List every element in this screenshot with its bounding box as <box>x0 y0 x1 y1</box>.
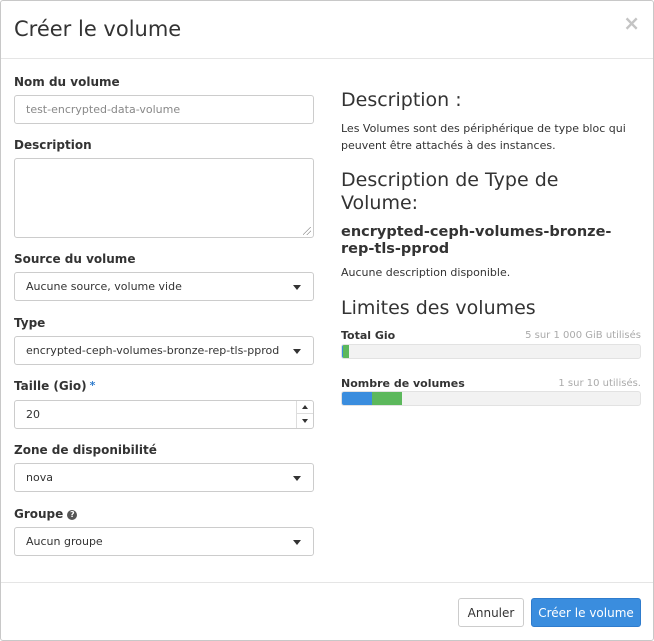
resize-handle-icon[interactable] <box>303 227 311 235</box>
volume-source-select[interactable]: Aucune source, volume vide <box>14 272 314 301</box>
question-circle-icon[interactable]: ? <box>67 509 78 520</box>
group-label-text: Groupe <box>14 507 64 521</box>
arrow-down-icon <box>302 418 308 423</box>
volume-limits-heading: Limites des volumes <box>341 297 536 319</box>
type-select[interactable]: encrypted-ceph-volumes-bronze-rep-tls-pp… <box>14 336 314 365</box>
required-marker: * <box>89 379 96 392</box>
description-text: Les Volumes sont des périphérique de typ… <box>341 122 626 152</box>
size-input[interactable]: 20 <box>14 400 314 429</box>
volume-source-value: Aucune source, volume vide <box>26 280 182 293</box>
create-volume-modal: Créer le volume × Nom du volume test-enc… <box>0 0 654 641</box>
quota-usage-text: 5 sur 1 000 GiB utilisés <box>525 330 641 341</box>
modal-title: Créer le volume <box>14 17 182 41</box>
decrement-button[interactable] <box>297 414 313 427</box>
type-label: Type <box>14 316 46 330</box>
volume-type-name: encrypted-ceph-volumes-bronze-rep-tls-pp… <box>341 224 612 257</box>
size-spinner <box>296 401 313 428</box>
quota-usage-text: 1 sur 10 utilisés. <box>558 378 641 389</box>
description-label: Description <box>14 138 92 152</box>
volume-type-description: Aucune description disponible. <box>341 266 511 279</box>
volume-name-value: test-encrypted-data-volume <box>26 103 181 116</box>
availability-zone-select[interactable]: nova <box>14 463 314 492</box>
create-volume-button[interactable]: Créer le volume <box>531 598 641 627</box>
type-value: encrypted-ceph-volumes-bronze-rep-tls-pp… <box>26 344 280 357</box>
size-value: 20 <box>26 408 40 421</box>
quota-bar-volume-count <box>341 391 641 406</box>
size-label-text: Taille (Gio) <box>14 379 87 393</box>
description-heading: Description : <box>341 89 462 111</box>
availability-zone-label: Zone de disponibilité <box>14 443 157 457</box>
quota-bar-requested <box>371 392 402 405</box>
quota-bar-used <box>342 392 372 405</box>
volume-source-label: Source du volume <box>14 252 136 266</box>
caret-down-icon <box>293 285 301 290</box>
modal-footer: Annuler Créer le volume <box>1 582 653 640</box>
volume-name-label: Nom du volume <box>14 75 120 89</box>
group-value: Aucun groupe <box>26 535 103 548</box>
caret-down-icon <box>293 540 301 545</box>
close-icon[interactable]: × <box>623 13 640 33</box>
cancel-button[interactable]: Annuler <box>458 598 524 627</box>
group-label: Groupe? <box>14 507 78 521</box>
description-textarea[interactable] <box>14 158 314 238</box>
quota-label: Total Gio <box>341 329 396 342</box>
availability-zone-value: nova <box>26 471 53 484</box>
volume-type-heading: Description de Type de Volume: <box>341 169 559 214</box>
caret-down-icon <box>293 349 301 354</box>
volume-name-input[interactable]: test-encrypted-data-volume <box>14 95 314 124</box>
group-select[interactable]: Aucun groupe <box>14 527 314 556</box>
modal-header: Créer le volume × <box>1 1 653 59</box>
caret-down-icon <box>293 476 301 481</box>
quota-bar-requested <box>343 345 350 358</box>
quota-bar-total-gio <box>341 344 641 359</box>
increment-button[interactable] <box>297 401 313 414</box>
size-label: Taille (Gio) * <box>14 379 95 393</box>
quota-label: Nombre de volumes <box>341 377 465 390</box>
arrow-up-icon <box>302 405 308 409</box>
